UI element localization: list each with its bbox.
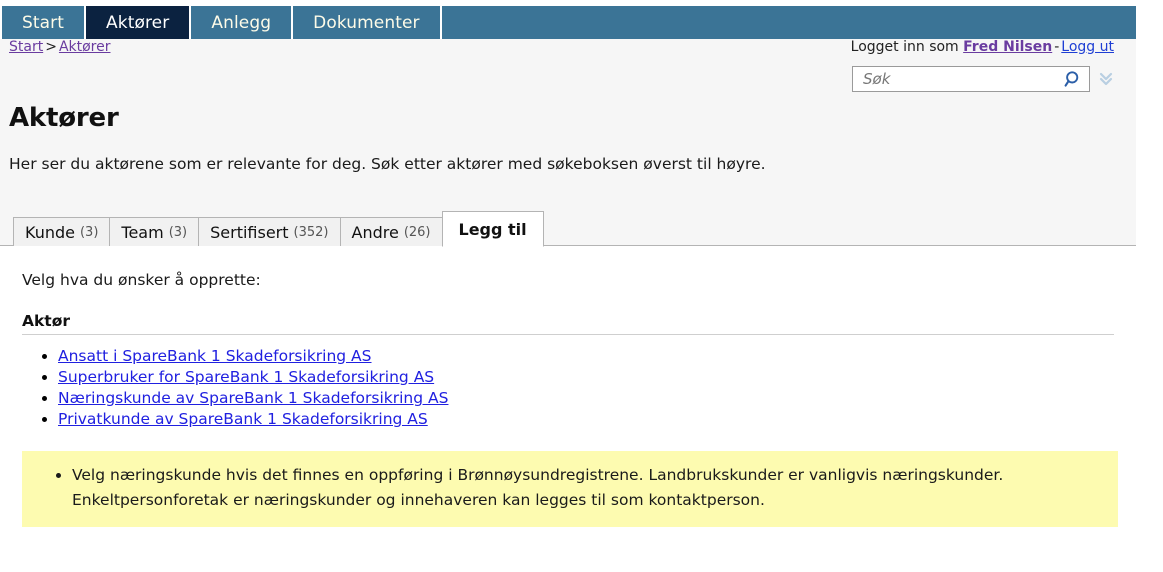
breadcrumb-link-aktorer[interactable]: Aktører — [59, 39, 111, 55]
navigation-tab-list: Start Aktører Anlegg Dokumenter — [0, 6, 442, 39]
logged-in-prefix: Logget inn som — [850, 39, 959, 55]
choose-prompt: Velg hva du ønsker å opprette: — [22, 271, 261, 289]
content-tab-strip: Kunde (3) Team (3) Sertifisert (352) And… — [13, 210, 544, 247]
create-link-ansatt[interactable]: Ansatt i SpareBank 1 Skadeforsikring AS — [58, 347, 372, 365]
list-item: Ansatt i SpareBank 1 Skadeforsikring AS — [58, 346, 448, 367]
search-input[interactable] — [861, 69, 1065, 89]
tab-kunde-count: (3) — [79, 224, 99, 240]
content-tab-bar: Kunde (3) Team (3) Sertifisert (352) And… — [0, 210, 1136, 247]
section-heading-aktor: Aktør — [22, 312, 71, 330]
page-title: Aktører — [9, 103, 119, 133]
tab-team[interactable]: Team (3) — [109, 217, 200, 246]
create-link-naeringskunde[interactable]: Næringskunde av SpareBank 1 Skadeforsikr… — [58, 389, 448, 407]
breadcrumb: Start > Aktører — [9, 39, 111, 55]
list-item: Superbruker for SpareBank 1 Skadeforsikr… — [58, 367, 448, 388]
breadcrumb-separator: > — [45, 39, 57, 55]
tab-andre-count: (26) — [403, 224, 431, 240]
tab-legg-til-label: Legg til — [458, 219, 527, 239]
search-box[interactable] — [852, 66, 1090, 92]
account-dash: - — [1054, 39, 1060, 55]
header-row: Start > Aktører Logget inn som Fred Nilsen… — [0, 33, 1136, 111]
tab-andre-label: Andre — [351, 222, 399, 242]
tab-kunde-label: Kunde — [25, 222, 75, 242]
search-area — [852, 66, 1114, 92]
create-link-superbruker[interactable]: Superbruker for SpareBank 1 Skadeforsikr… — [58, 368, 434, 386]
info-notice-item: Velg næringskunde hvis det finnes en opp… — [72, 463, 1108, 513]
nav-tab-anlegg[interactable]: Anlegg — [191, 6, 294, 39]
tab-kunde[interactable]: Kunde (3) — [13, 217, 111, 246]
tab-panel-legg-til: Velg hva du ønsker å opprette: Aktør Ans… — [0, 246, 1136, 572]
create-link-privatkunde[interactable]: Privatkunde av SpareBank 1 Skadeforsikri… — [58, 410, 428, 428]
info-notice-list: Velg næringskunde hvis det finnes en opp… — [32, 463, 1108, 513]
magnifier-icon[interactable] — [1064, 70, 1083, 89]
account-status: Logget inn som Fred Nilsen - Logg ut — [851, 39, 1114, 55]
tab-legg-til[interactable]: Legg til — [441, 211, 544, 247]
tab-andre[interactable]: Andre (26) — [339, 217, 443, 246]
logout-link[interactable]: Logg ut — [1061, 39, 1114, 55]
page-root: Start Aktører Anlegg Dokumenter Start > Ak… — [0, 0, 1136, 572]
nav-tab-dokumenter-label: Dokumenter — [313, 12, 420, 33]
main-navigation: Start Aktører Anlegg Dokumenter — [0, 0, 1136, 39]
double-chevron-down-icon[interactable] — [1098, 70, 1114, 88]
tab-team-label: Team — [121, 222, 164, 242]
list-item: Privatkunde av SpareBank 1 Skadeforsikri… — [58, 409, 448, 430]
nav-tab-start[interactable]: Start — [0, 6, 87, 39]
tab-sertifisert[interactable]: Sertifisert (352) — [198, 217, 341, 246]
tab-sertifisert-label: Sertifisert — [210, 222, 289, 242]
nav-tab-anlegg-label: Anlegg — [211, 12, 272, 33]
breadcrumb-link-start[interactable]: Start — [9, 39, 43, 55]
tab-sertifisert-count: (352) — [293, 224, 329, 240]
list-item: Næringskunde av SpareBank 1 Skadeforsikr… — [58, 388, 448, 409]
nav-tab-start-label: Start — [22, 12, 65, 33]
info-notice-box: Velg næringskunde hvis det finnes en opp… — [22, 451, 1118, 527]
nav-tab-dokumenter[interactable]: Dokumenter — [293, 6, 442, 39]
tab-team-count: (3) — [168, 224, 188, 240]
create-options-list: Ansatt i SpareBank 1 Skadeforsikring AS … — [22, 346, 448, 430]
nav-tab-aktorer-label: Aktører — [106, 12, 170, 33]
account-user-link[interactable]: Fred Nilsen — [963, 39, 1052, 55]
page-intro-text: Her ser du aktørene som er relevante for… — [9, 155, 766, 173]
section-divider — [22, 334, 1114, 335]
nav-tab-aktorer[interactable]: Aktører — [86, 6, 192, 39]
